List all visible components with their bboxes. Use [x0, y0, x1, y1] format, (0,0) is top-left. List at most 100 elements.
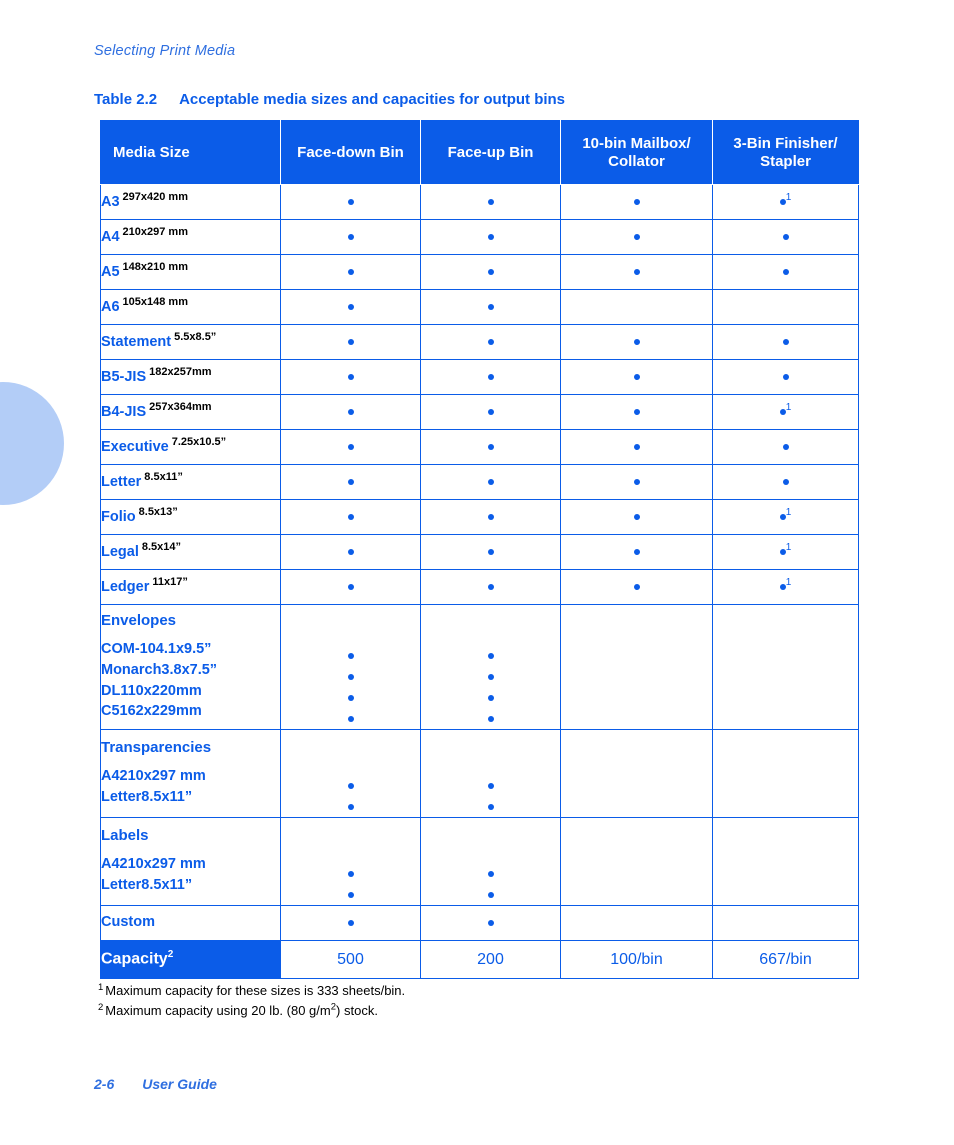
dot-stack	[561, 818, 712, 905]
media-size-cell: Letter 8.5x11”	[100, 464, 281, 500]
face-up-cell	[420, 499, 561, 535]
availability-dot-line	[281, 708, 420, 729]
media-size-cell: A5 148x210 mm	[100, 254, 281, 290]
availability-dot	[633, 233, 640, 240]
table-header: Media Size Face-down Bin Face-up Bin 10-…	[100, 120, 859, 185]
availability-dot-line	[421, 796, 560, 817]
availability-dot	[347, 715, 354, 722]
mailbox-cell	[560, 817, 713, 906]
capacity-face-up: 200	[420, 940, 561, 979]
table-row: B4-JIS 257x364mm 1	[100, 394, 859, 430]
availability-dot	[633, 373, 640, 380]
media-size-cell: B5-JIS 182x257mm	[100, 359, 281, 395]
group-item: A4210x297 mm	[101, 854, 280, 875]
dot-stack	[281, 730, 420, 817]
column-header-finisher-line1: 3-Bin Finisher/	[733, 135, 838, 153]
availability-dot	[347, 782, 354, 789]
finisher-cell	[712, 254, 859, 290]
column-header-mailbox-line1: 10-bin Mailbox/	[582, 135, 691, 153]
availability-dot	[487, 443, 494, 450]
media-size-name: C5	[101, 703, 120, 720]
footnote-ref: 1	[785, 541, 792, 553]
media-size-dimensions: 8.5x11”	[141, 877, 193, 893]
availability-dot-line	[421, 666, 560, 687]
availability-dot	[347, 652, 354, 659]
media-size-cell: Folio 8.5x13”	[100, 499, 281, 535]
face-up-cell	[420, 289, 561, 325]
media-size-name: Legal	[101, 543, 139, 560]
face-up-cell	[420, 464, 561, 500]
footnote-1: 1 Maximum capacity for these sizes is 333…	[98, 981, 405, 1001]
face-up-cell	[420, 604, 561, 730]
column-header-finisher-stapler: 3-Bin Finisher/ Stapler	[712, 120, 859, 185]
table-row-custom: Custom	[100, 905, 859, 941]
availability-dot	[487, 478, 494, 485]
face-up-cell	[420, 359, 561, 395]
availability-dot-line	[713, 863, 858, 884]
availability-dot	[633, 478, 640, 485]
footnote-ref: 1	[785, 401, 792, 413]
media-size-dimensions: 105x148 mm	[122, 295, 188, 308]
footnote-ref: 1	[785, 506, 792, 518]
footnote-2: 2 Maximum capacity using 20 lb. (80 g/m2)…	[98, 1001, 405, 1021]
finisher-cell	[712, 429, 859, 465]
availability-dot	[347, 373, 354, 380]
availability-dot	[347, 583, 354, 590]
face-down-cell	[280, 219, 421, 255]
column-header-face-down-bin: Face-down Bin	[280, 120, 421, 185]
availability-dot	[347, 268, 354, 275]
finisher-cell: 1	[712, 394, 859, 430]
media-size-dimensions: 210x297 mm	[122, 225, 188, 238]
face-up-cell	[420, 569, 561, 605]
group-item: COM-104.1x9.5”	[101, 639, 280, 660]
availability-dot-line	[421, 775, 560, 796]
finisher-cell: 1	[712, 184, 859, 220]
availability-dot	[633, 548, 640, 555]
mailbox-cell	[560, 905, 713, 941]
face-up-cell	[420, 184, 561, 220]
availability-dot	[487, 652, 494, 659]
availability-dot	[782, 443, 789, 450]
availability-dot	[487, 583, 494, 590]
table-header-row: Media Size Face-down Bin Face-up Bin 10-…	[100, 120, 859, 185]
table-row: Folio 8.5x13” 1	[100, 499, 859, 535]
media-size-dimensions: 8.5x13”	[138, 505, 178, 518]
availability-dot	[487, 513, 494, 520]
availability-dot	[347, 233, 354, 240]
capacity-finisher: 667/bin	[712, 940, 859, 979]
media-size-name: Letter	[101, 789, 142, 805]
media-sizes-table: Media Size Face-down Bin Face-up Bin 10-…	[100, 120, 859, 979]
face-up-cell	[420, 219, 561, 255]
dot-stack	[281, 605, 420, 729]
availability-dot-line	[421, 884, 560, 905]
availability-dot	[347, 198, 354, 205]
media-size-name: B5-JIS	[101, 368, 147, 385]
column-header-face-up-bin: Face-up Bin	[420, 120, 561, 185]
media-size-name: Executive	[101, 438, 169, 455]
face-down-cell	[280, 499, 421, 535]
media-size-dimensions: 5.5x8.5”	[174, 330, 217, 343]
capacity-face-down: 500	[280, 940, 421, 979]
availability-dot	[347, 408, 354, 415]
face-down-cell	[280, 394, 421, 430]
column-header-mailbox-collator: 10-bin Mailbox/ Collator	[560, 120, 713, 185]
availability-dot-line	[561, 884, 712, 905]
finisher-cell	[712, 905, 859, 941]
face-down-cell	[280, 534, 421, 570]
mailbox-cell	[560, 184, 713, 220]
table-group-row: Transparencies A4210x297 mm Letter8.5x11”	[100, 729, 859, 818]
table-group-row: Labels A4210x297 mm Letter8.5x11”	[100, 817, 859, 906]
group-title: Labels	[101, 827, 149, 845]
availability-dot-line	[281, 666, 420, 687]
availability-dot	[633, 408, 640, 415]
availability-dot-line	[281, 863, 420, 884]
availability-dot-line	[421, 687, 560, 708]
availability-dot	[633, 513, 640, 520]
page-footer: 2-6 User Guide	[94, 1076, 217, 1092]
media-size-name: B4-JIS	[101, 403, 147, 420]
footnote-ref: 1	[785, 191, 792, 203]
face-down-cell	[280, 429, 421, 465]
document-title: User Guide	[142, 1076, 217, 1092]
media-group-cell: Envelopes COM-104.1x9.5” Monarch3.8x7.5” DL…	[100, 604, 281, 730]
face-up-cell	[420, 324, 561, 360]
